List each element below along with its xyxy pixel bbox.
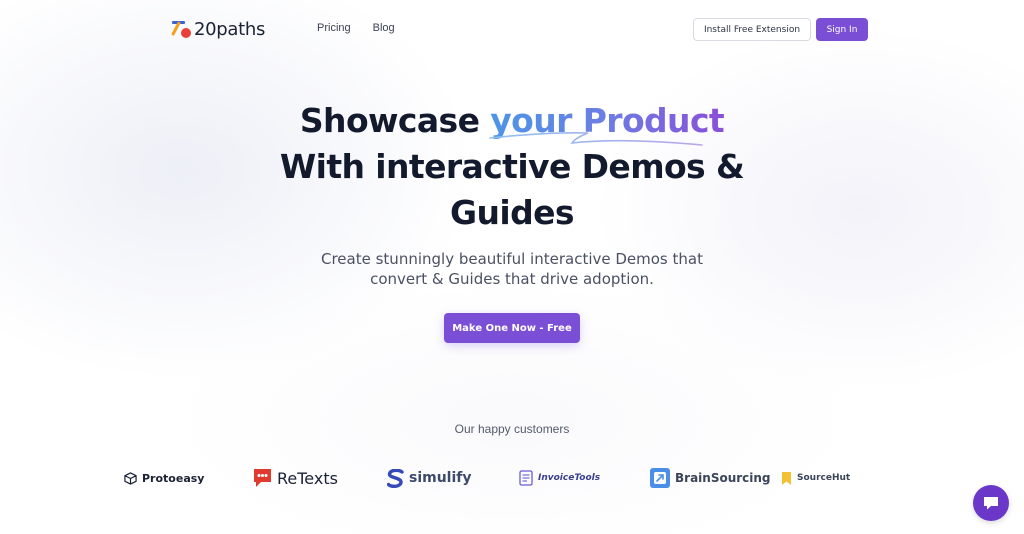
logo-mark-icon [171,20,191,40]
site-header: 20paths Pricing Blog Install Free Extens… [0,0,1024,58]
cube-icon [124,471,137,485]
make-one-now-button[interactable]: Make One Now - Free [444,313,580,343]
customer-logo-brainsourcing: BrainSourcing [650,464,771,492]
hero-title-line2: With interactive Demos & [279,147,745,186]
hero-subtitle-line2: convert & Guides that drive adoption. [370,270,654,288]
main-nav: Pricing Blog [317,22,395,34]
square-arrow-icon [650,468,670,488]
hero-title-line3: Guides [450,193,575,232]
brand-name: 20paths [194,19,266,40]
customer-name: BrainSourcing [675,471,771,485]
hero-title: Showcase your Product With interactive D… [0,98,1024,236]
receipt-icon [519,470,533,486]
brand-logo[interactable]: 20paths [171,19,265,40]
customer-logo-retexts: ReTexts [253,464,338,492]
bookmark-icon [782,471,791,485]
customer-logo-invoicetools: InvoiceTools [519,464,600,492]
customers-title: Our happy customers [454,422,570,436]
nav-blog[interactable]: Blog [373,22,395,34]
hero-subtitle-line1: Create stunningly beautiful interactive … [321,250,703,268]
s-letter-icon [387,468,404,488]
customer-name: Protoeasy [142,471,205,485]
customer-logos: Protoeasy ReTexts simulify InvoiceTools … [0,464,1024,494]
hero-subtitle: Create stunningly beautiful interactive … [0,249,1024,289]
customer-name: SourceHut [797,473,851,483]
customer-name: simulify [409,470,472,486]
chat-launcher-button[interactable] [973,485,1009,521]
hero-title-highlight: your Product [490,101,725,140]
customer-logo-protoeasy: Protoeasy [124,464,204,492]
customer-logo-simulify: simulify [387,464,472,492]
chat-icon [984,497,998,510]
hero-title-part1: Showcase [299,101,491,140]
customer-name: ReTexts [277,468,338,488]
nav-pricing[interactable]: Pricing [317,22,351,34]
customer-name: InvoiceTools [538,473,601,483]
customer-logo-sourcehut: SourceHut [781,464,850,492]
chat-bubble-icon [254,469,271,487]
install-extension-button[interactable]: Install Free Extension [693,18,811,41]
sign-in-button[interactable]: Sign In [816,18,868,41]
